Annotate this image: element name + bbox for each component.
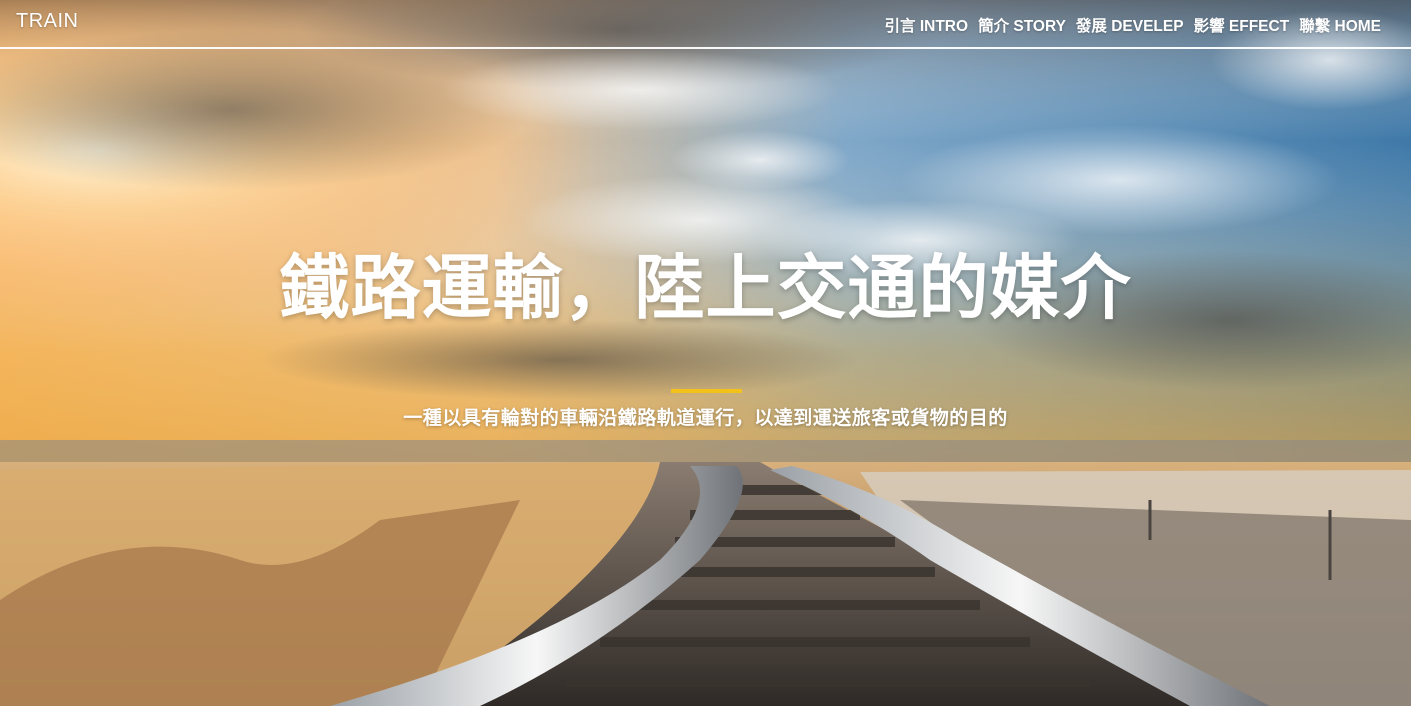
nav-link-intro[interactable]: 引言 INTRO bbox=[885, 18, 969, 35]
hero-section: TRAIN 引言 INTRO 簡介 STORY 發展 DEVELEP 影響 EF… bbox=[0, 0, 1411, 706]
brand-logo-link[interactable]: TRAIN bbox=[16, 10, 79, 33]
hero-subtitle: 一種以具有輪對的車輛沿鐵路軌道運行，以達到運送旅客或貨物的目的 bbox=[403, 408, 1008, 429]
nav-item-intro: 引言 INTRO bbox=[885, 14, 969, 36]
nav-link-story[interactable]: 簡介 STORY bbox=[978, 18, 1066, 35]
nav-link-home[interactable]: 聯繫 HOME bbox=[1299, 18, 1381, 35]
nav-link-effect[interactable]: 影響 EFFECT bbox=[1194, 18, 1290, 35]
nav-item-story: 簡介 STORY bbox=[978, 14, 1066, 36]
nav-item-home: 聯繫 HOME bbox=[1299, 14, 1381, 36]
main-nav: 引言 INTRO 簡介 STORY 發展 DEVELEP 影響 EFFECT 聯… bbox=[885, 14, 1381, 36]
nav-item-develop: 發展 DEVELEP bbox=[1076, 14, 1184, 36]
nav-item-effect: 影響 EFFECT bbox=[1194, 14, 1290, 36]
hero-title: 鐵路運輸，陸上交通的媒介 bbox=[279, 249, 1132, 327]
top-navbar: TRAIN 引言 INTRO 簡介 STORY 發展 DEVELEP 影響 EF… bbox=[0, 0, 1411, 49]
railway-sunset-photo bbox=[0, 0, 1411, 706]
title-accent-bar bbox=[671, 389, 742, 393]
nav-link-develop[interactable]: 發展 DEVELEP bbox=[1076, 18, 1184, 35]
